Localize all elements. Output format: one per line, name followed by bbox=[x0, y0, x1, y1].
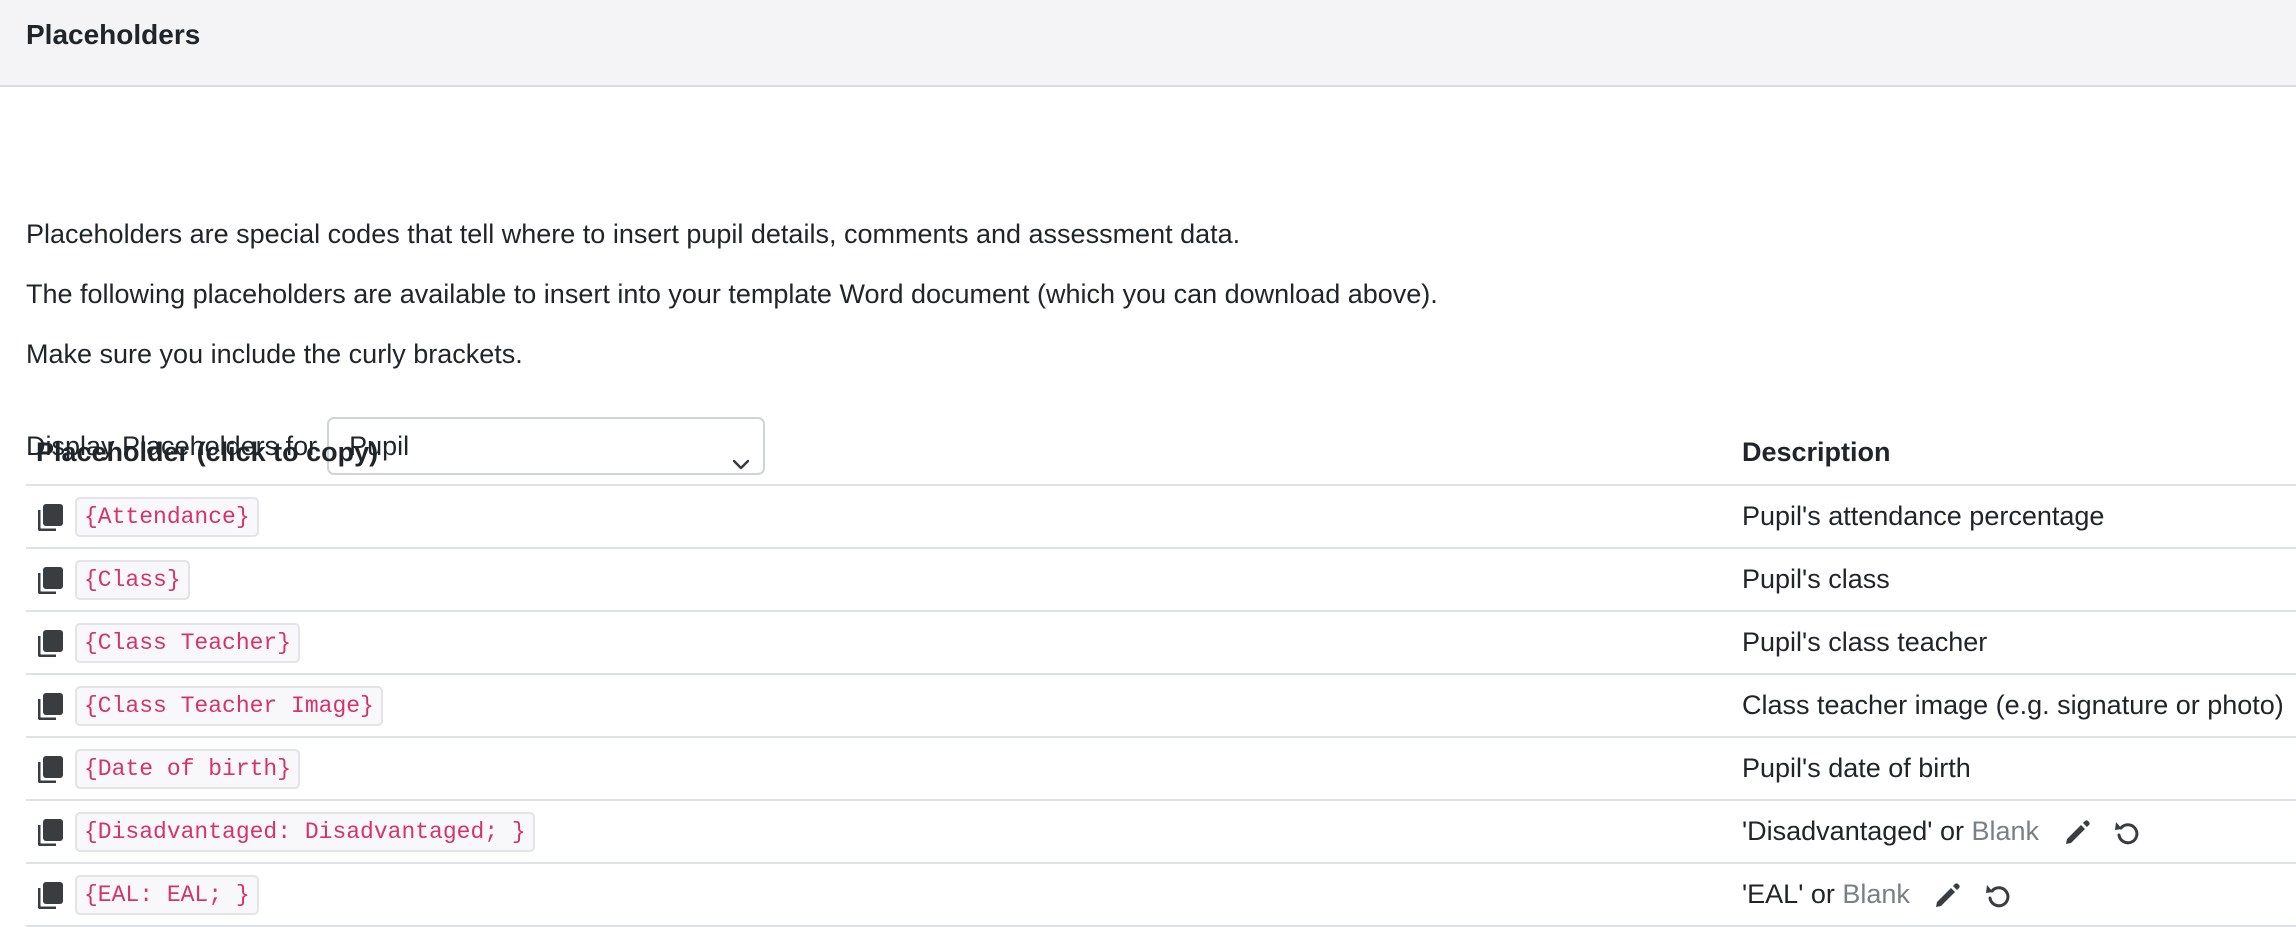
copy-icon[interactable] bbox=[38, 755, 64, 783]
placeholder-column-header: Placeholder (click to copy) bbox=[26, 420, 1732, 486]
copy-icon[interactable] bbox=[38, 566, 64, 594]
blank-value: Blank bbox=[1842, 879, 1910, 909]
description-column-header: Description bbox=[1732, 420, 2296, 486]
placeholder-code[interactable]: {Date of birth} bbox=[75, 748, 301, 789]
copy-icon[interactable] bbox=[38, 692, 64, 720]
placeholder-description: Pupil's date of birth bbox=[1732, 737, 2296, 801]
placeholder-code[interactable]: {Attendance} bbox=[75, 496, 259, 537]
table-row: {Attendance} Pupil's attendance percenta… bbox=[26, 485, 2296, 549]
table-header-row: Placeholder (click to copy) Description bbox=[26, 420, 2296, 486]
copy-icon[interactable] bbox=[38, 818, 64, 846]
intro-text-3: Make sure you include the curly brackets… bbox=[26, 339, 523, 369]
placeholder-description: Pupil's attendance percentage bbox=[1732, 485, 2296, 549]
undo-icon[interactable] bbox=[2114, 819, 2142, 847]
placeholder-description: Pupil's class bbox=[1732, 548, 2296, 612]
undo-icon[interactable] bbox=[1985, 882, 2013, 910]
placeholder-description: Pupil's class teacher bbox=[1732, 611, 2296, 675]
table-row: {Class} Pupil's class bbox=[26, 548, 2296, 612]
placeholder-code[interactable]: {Class} bbox=[75, 559, 190, 600]
placeholder-description: 'Disadvantaged' or Blank bbox=[1732, 800, 2296, 864]
intro-text-2: The following placeholders are available… bbox=[26, 279, 1438, 309]
description-text: 'Disadvantaged' or bbox=[1742, 816, 1964, 846]
pencil-icon[interactable] bbox=[2063, 819, 2091, 847]
table-row: {Date of birth} Pupil's date of birth bbox=[26, 737, 2296, 801]
intro-text-1: Placeholders are special codes that tell… bbox=[26, 219, 1241, 249]
placeholder-code[interactable]: {Disadvantaged: Disadvantaged; } bbox=[75, 811, 535, 852]
copy-icon[interactable] bbox=[38, 503, 64, 531]
table-row: {Disadvantaged: Disadvantaged; } 'Disadv… bbox=[26, 800, 2296, 864]
table-row: {Class Teacher Image} Class teacher imag… bbox=[26, 674, 2296, 738]
placeholder-description: Class teacher image (e.g. signature or p… bbox=[1732, 674, 2296, 738]
placeholder-code[interactable]: {Class Teacher} bbox=[75, 622, 301, 663]
card-header: Placeholders bbox=[0, 0, 2296, 87]
placeholders-table: Placeholder (click to copy) Description … bbox=[26, 420, 2296, 927]
description-text: 'EAL' or bbox=[1742, 879, 1835, 909]
copy-icon[interactable] bbox=[38, 629, 64, 657]
blank-value: Blank bbox=[1971, 816, 2040, 846]
pencil-icon[interactable] bbox=[1933, 882, 1961, 910]
card-title: Placeholders bbox=[26, 19, 201, 50]
table-row: {Class Teacher} Pupil's class teacher bbox=[26, 611, 2296, 675]
placeholder-code[interactable]: {Class Teacher Image} bbox=[75, 685, 383, 726]
